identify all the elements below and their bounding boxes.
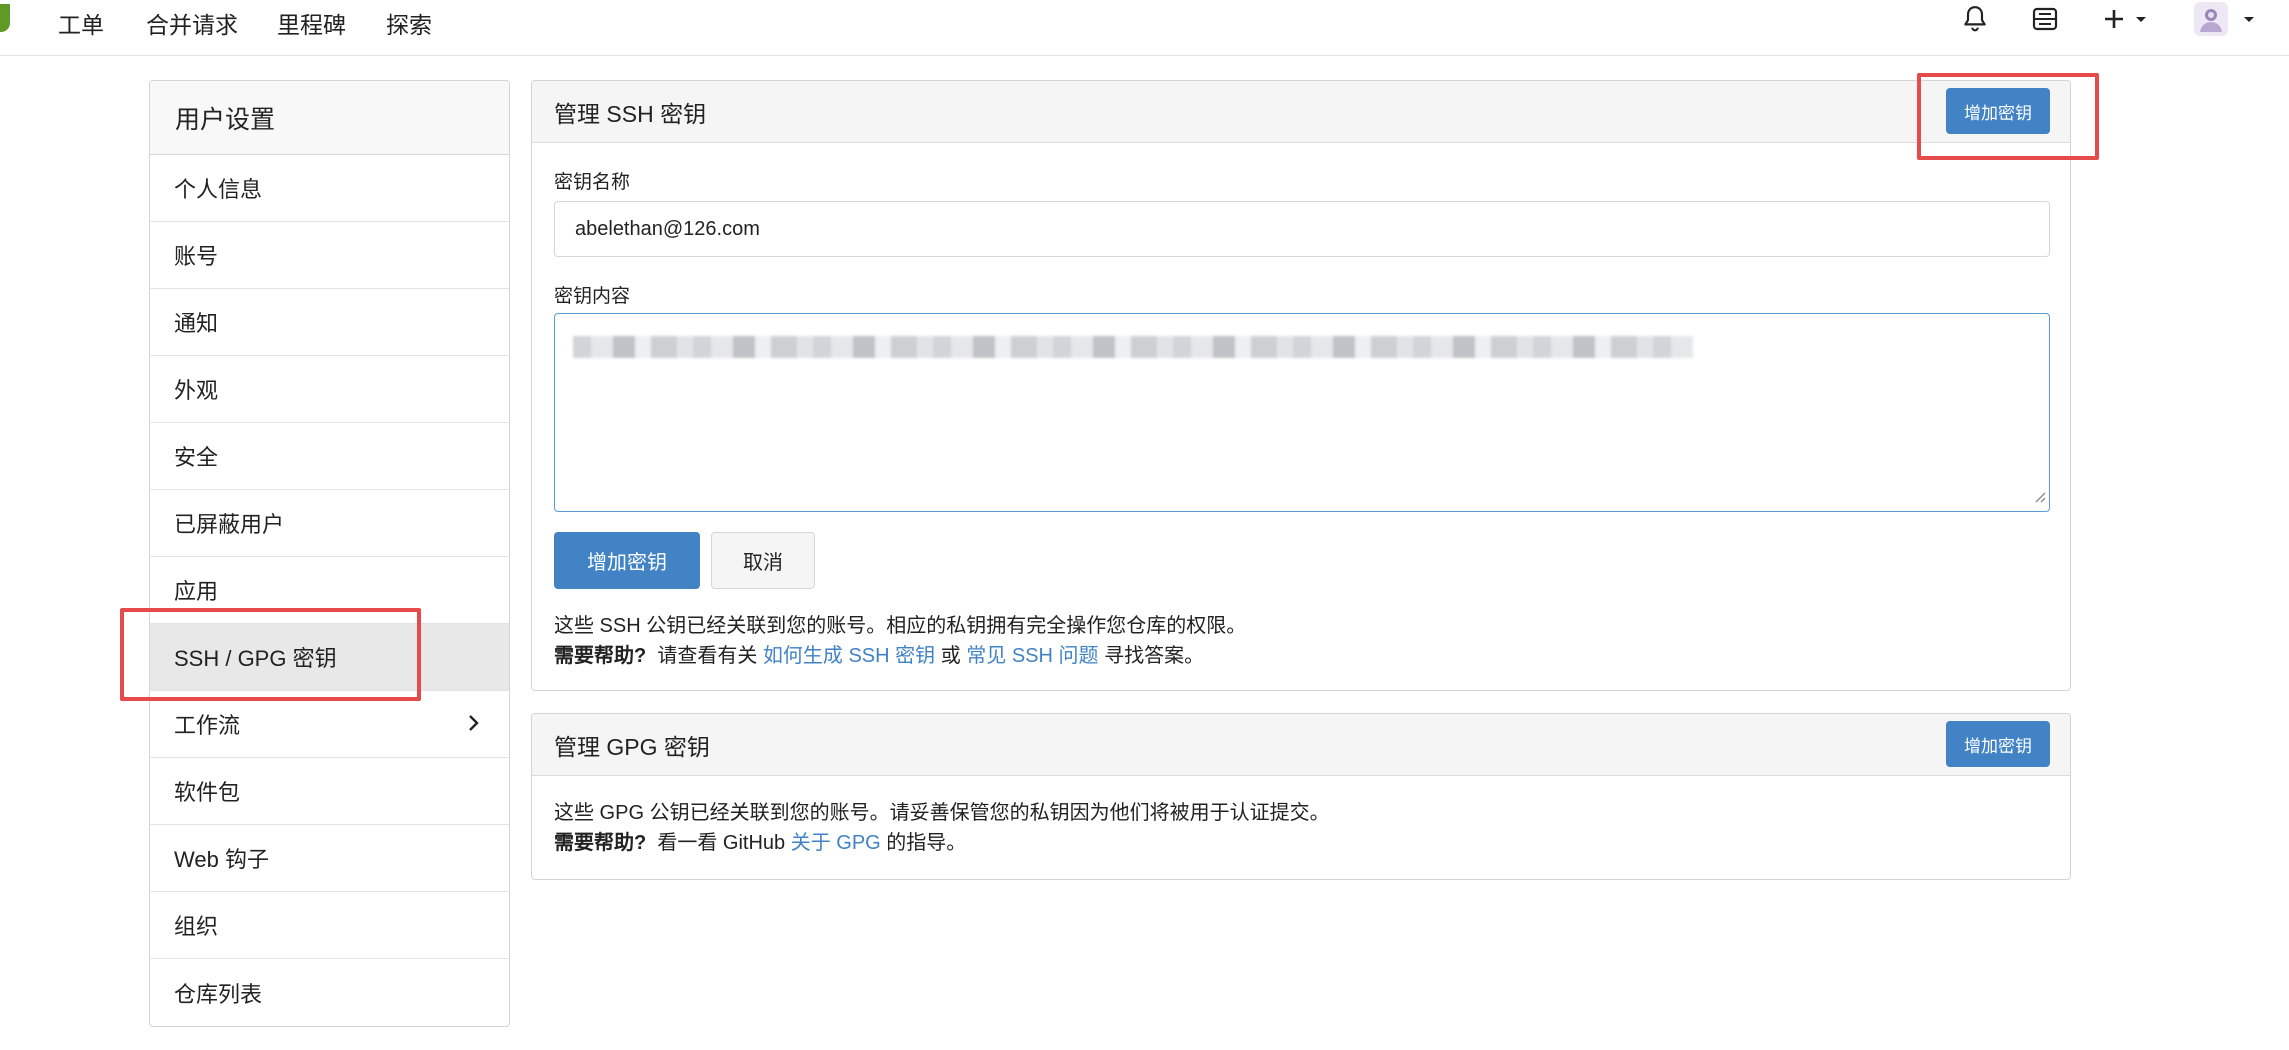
- nav-explore[interactable]: 探索: [386, 6, 432, 40]
- nav-issues[interactable]: 工单: [58, 6, 104, 40]
- nav-milestones[interactable]: 里程碑: [277, 6, 346, 40]
- avatar[interactable]: [2194, 2, 2228, 36]
- sidebar-item-account[interactable]: 账号: [150, 222, 509, 289]
- top-navbar: 工单 合并请求 里程碑 探索: [0, 0, 2289, 56]
- gpg-add-key-button[interactable]: 增加密钥: [1946, 721, 2050, 767]
- key-content-label: 密钥内容: [554, 286, 631, 307]
- user-menu[interactable]: [2194, 2, 2260, 36]
- sidebar-item-ssh-gpg-keys[interactable]: SSH / GPG 密钥: [150, 624, 509, 691]
- sidebar-item-appearance[interactable]: 外观: [150, 356, 509, 423]
- gpg-help-line: 需要帮助? 看一看 GitHub 关于 GPG 的指导。: [554, 832, 967, 854]
- about-gpg-link[interactable]: 关于 GPG: [791, 832, 881, 854]
- ssh-keys-panel: 管理 SSH 密钥 增加密钥 密钥名称 abelethan@126.com 密钥…: [531, 80, 2071, 691]
- ssh-add-key-header-button[interactable]: 增加密钥: [1946, 88, 2050, 134]
- ssh-description: 这些 SSH 公钥已经关联到您的账号。相应的私钥拥有完全操作您仓库的权限。 需要…: [554, 611, 1246, 671]
- sidebar-item-organizations[interactable]: 组织: [150, 892, 509, 959]
- sidebar-item-notifications[interactable]: 通知: [150, 289, 509, 356]
- key-name-input[interactable]: abelethan@126.com: [554, 201, 2050, 257]
- ssh-submit-add-key-button[interactable]: 增加密钥: [554, 532, 700, 589]
- chevron-down-icon: [2136, 17, 2146, 22]
- sidebar-item-webhooks[interactable]: Web 钩子: [150, 825, 509, 892]
- gpg-panel-header: 管理 GPG 密钥 增加密钥: [532, 714, 2070, 776]
- ssh-panel-header: 管理 SSH 密钥 增加密钥: [532, 81, 2070, 143]
- ssh-help-line: 需要帮助? 请查看有关 如何生成 SSH 密钥 或 常见 SSH 问题 寻找答案…: [554, 645, 1205, 667]
- sidebar-item-packages[interactable]: 软件包: [150, 758, 509, 825]
- sidebar-item-blocked-users[interactable]: 已屏蔽用户: [150, 490, 509, 557]
- chevron-right-icon: [467, 713, 481, 739]
- ssh-cancel-button[interactable]: 取消: [711, 532, 815, 589]
- ssh-panel-title: 管理 SSH 密钥: [554, 100, 707, 127]
- chevron-down-icon: [2244, 17, 2254, 22]
- gitea-logo[interactable]: [0, 4, 10, 32]
- nav-pull-requests[interactable]: 合并请求: [146, 6, 238, 40]
- sidebar-item-actions[interactable]: 工作流: [150, 691, 509, 758]
- key-content-textarea[interactable]: [554, 313, 2050, 512]
- gpg-keys-panel: 管理 GPG 密钥 增加密钥 这些 GPG 公钥已经关联到您的账号。请妥善保管您…: [531, 713, 2071, 880]
- key-name-label: 密钥名称: [554, 172, 631, 193]
- user-settings-sidebar: 用户设置 个人信息 账号 通知 外观 安全 已屏蔽用户 应用 SSH / GPG…: [149, 80, 510, 1027]
- sidebar-item-applications[interactable]: 应用: [150, 557, 509, 624]
- sidebar-item-repositories[interactable]: 仓库列表: [150, 959, 509, 1026]
- plus-icon[interactable]: [2104, 2, 2152, 36]
- sidebar-title: 用户设置: [150, 81, 509, 155]
- gpg-description: 这些 GPG 公钥已经关联到您的账号。请妥善保管您的私钥因为他们将被用于认证提交…: [554, 798, 1330, 858]
- resize-handle-icon[interactable]: [2034, 490, 2046, 508]
- sidebar-item-profile[interactable]: 个人信息: [150, 155, 509, 222]
- redacted-key-content: [573, 336, 1693, 358]
- sidebar-item-security[interactable]: 安全: [150, 423, 509, 490]
- gpg-panel-title: 管理 GPG 密钥: [554, 733, 710, 760]
- bell-icon[interactable]: [1962, 2, 1988, 36]
- inbox-icon[interactable]: [2032, 2, 2058, 36]
- common-ssh-problems-link[interactable]: 常见 SSH 问题: [966, 645, 1098, 667]
- how-to-generate-ssh-key-link[interactable]: 如何生成 SSH 密钥: [763, 645, 935, 667]
